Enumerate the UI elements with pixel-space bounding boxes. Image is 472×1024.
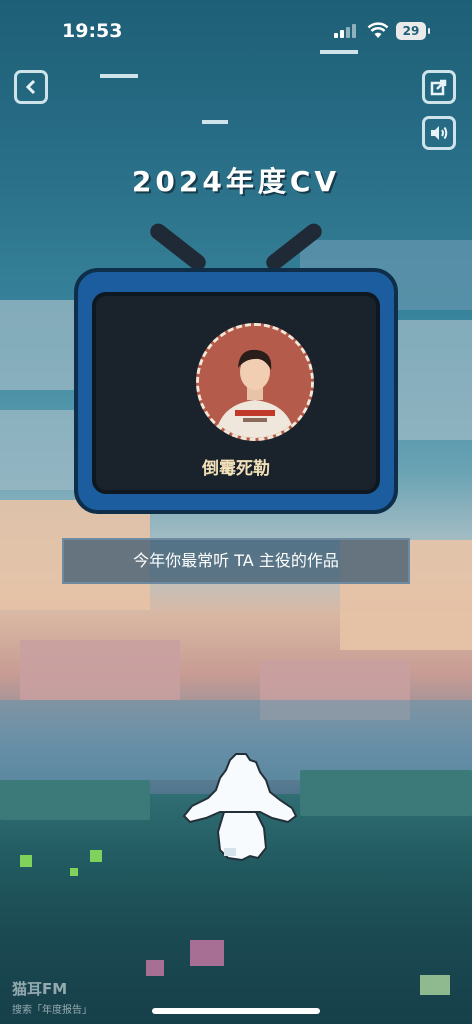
summary-banner: 今年你最常听 TA 主役的作品 xyxy=(62,538,410,584)
share-icon xyxy=(430,78,448,96)
pixel-decoration xyxy=(202,120,228,124)
person-portrait xyxy=(199,326,311,438)
pixel-decoration xyxy=(100,74,138,78)
app-watermark: 猫耳FM 搜索「年度报告」 xyxy=(12,978,92,1016)
avatar[interactable] xyxy=(196,323,314,441)
flower xyxy=(190,940,224,966)
app-screen: 19:53 29 2024年度CV 倒霉死勒 今年你最常听 TA 主役的作品 猫… xyxy=(0,0,472,1024)
watermark-logo: 猫耳FM xyxy=(12,980,68,998)
mushroom-mascot[interactable] xyxy=(180,752,300,868)
flower xyxy=(70,868,78,876)
flower xyxy=(420,975,450,995)
tv-antenna-left xyxy=(147,220,209,274)
cloud xyxy=(20,640,180,700)
battery-icon: 29 xyxy=(396,22,430,40)
cv-name: 倒霉死勒 xyxy=(202,459,270,479)
tv-frame: 倒霉死勒 xyxy=(74,268,398,514)
status-bar: 19:53 29 xyxy=(0,0,472,60)
back-button[interactable] xyxy=(14,70,48,104)
tv-screen: 倒霉死勒 xyxy=(92,292,380,494)
chevron-left-icon xyxy=(24,79,38,95)
flower xyxy=(90,850,102,862)
flower xyxy=(20,855,32,867)
speaker-icon xyxy=(429,124,449,142)
bush xyxy=(0,780,150,820)
wifi-icon xyxy=(367,22,389,43)
watermark-subtitle: 搜索「年度报告」 xyxy=(12,1005,92,1016)
bush xyxy=(300,770,472,816)
home-indicator[interactable] xyxy=(152,1008,320,1014)
flower xyxy=(146,960,164,976)
signal-icon xyxy=(334,24,360,38)
sound-toggle-button[interactable] xyxy=(422,116,456,150)
status-time: 19:53 xyxy=(62,20,123,42)
share-button[interactable] xyxy=(422,70,456,104)
page-title: 2024年度CV xyxy=(131,165,341,198)
pixel-decoration xyxy=(320,50,358,54)
